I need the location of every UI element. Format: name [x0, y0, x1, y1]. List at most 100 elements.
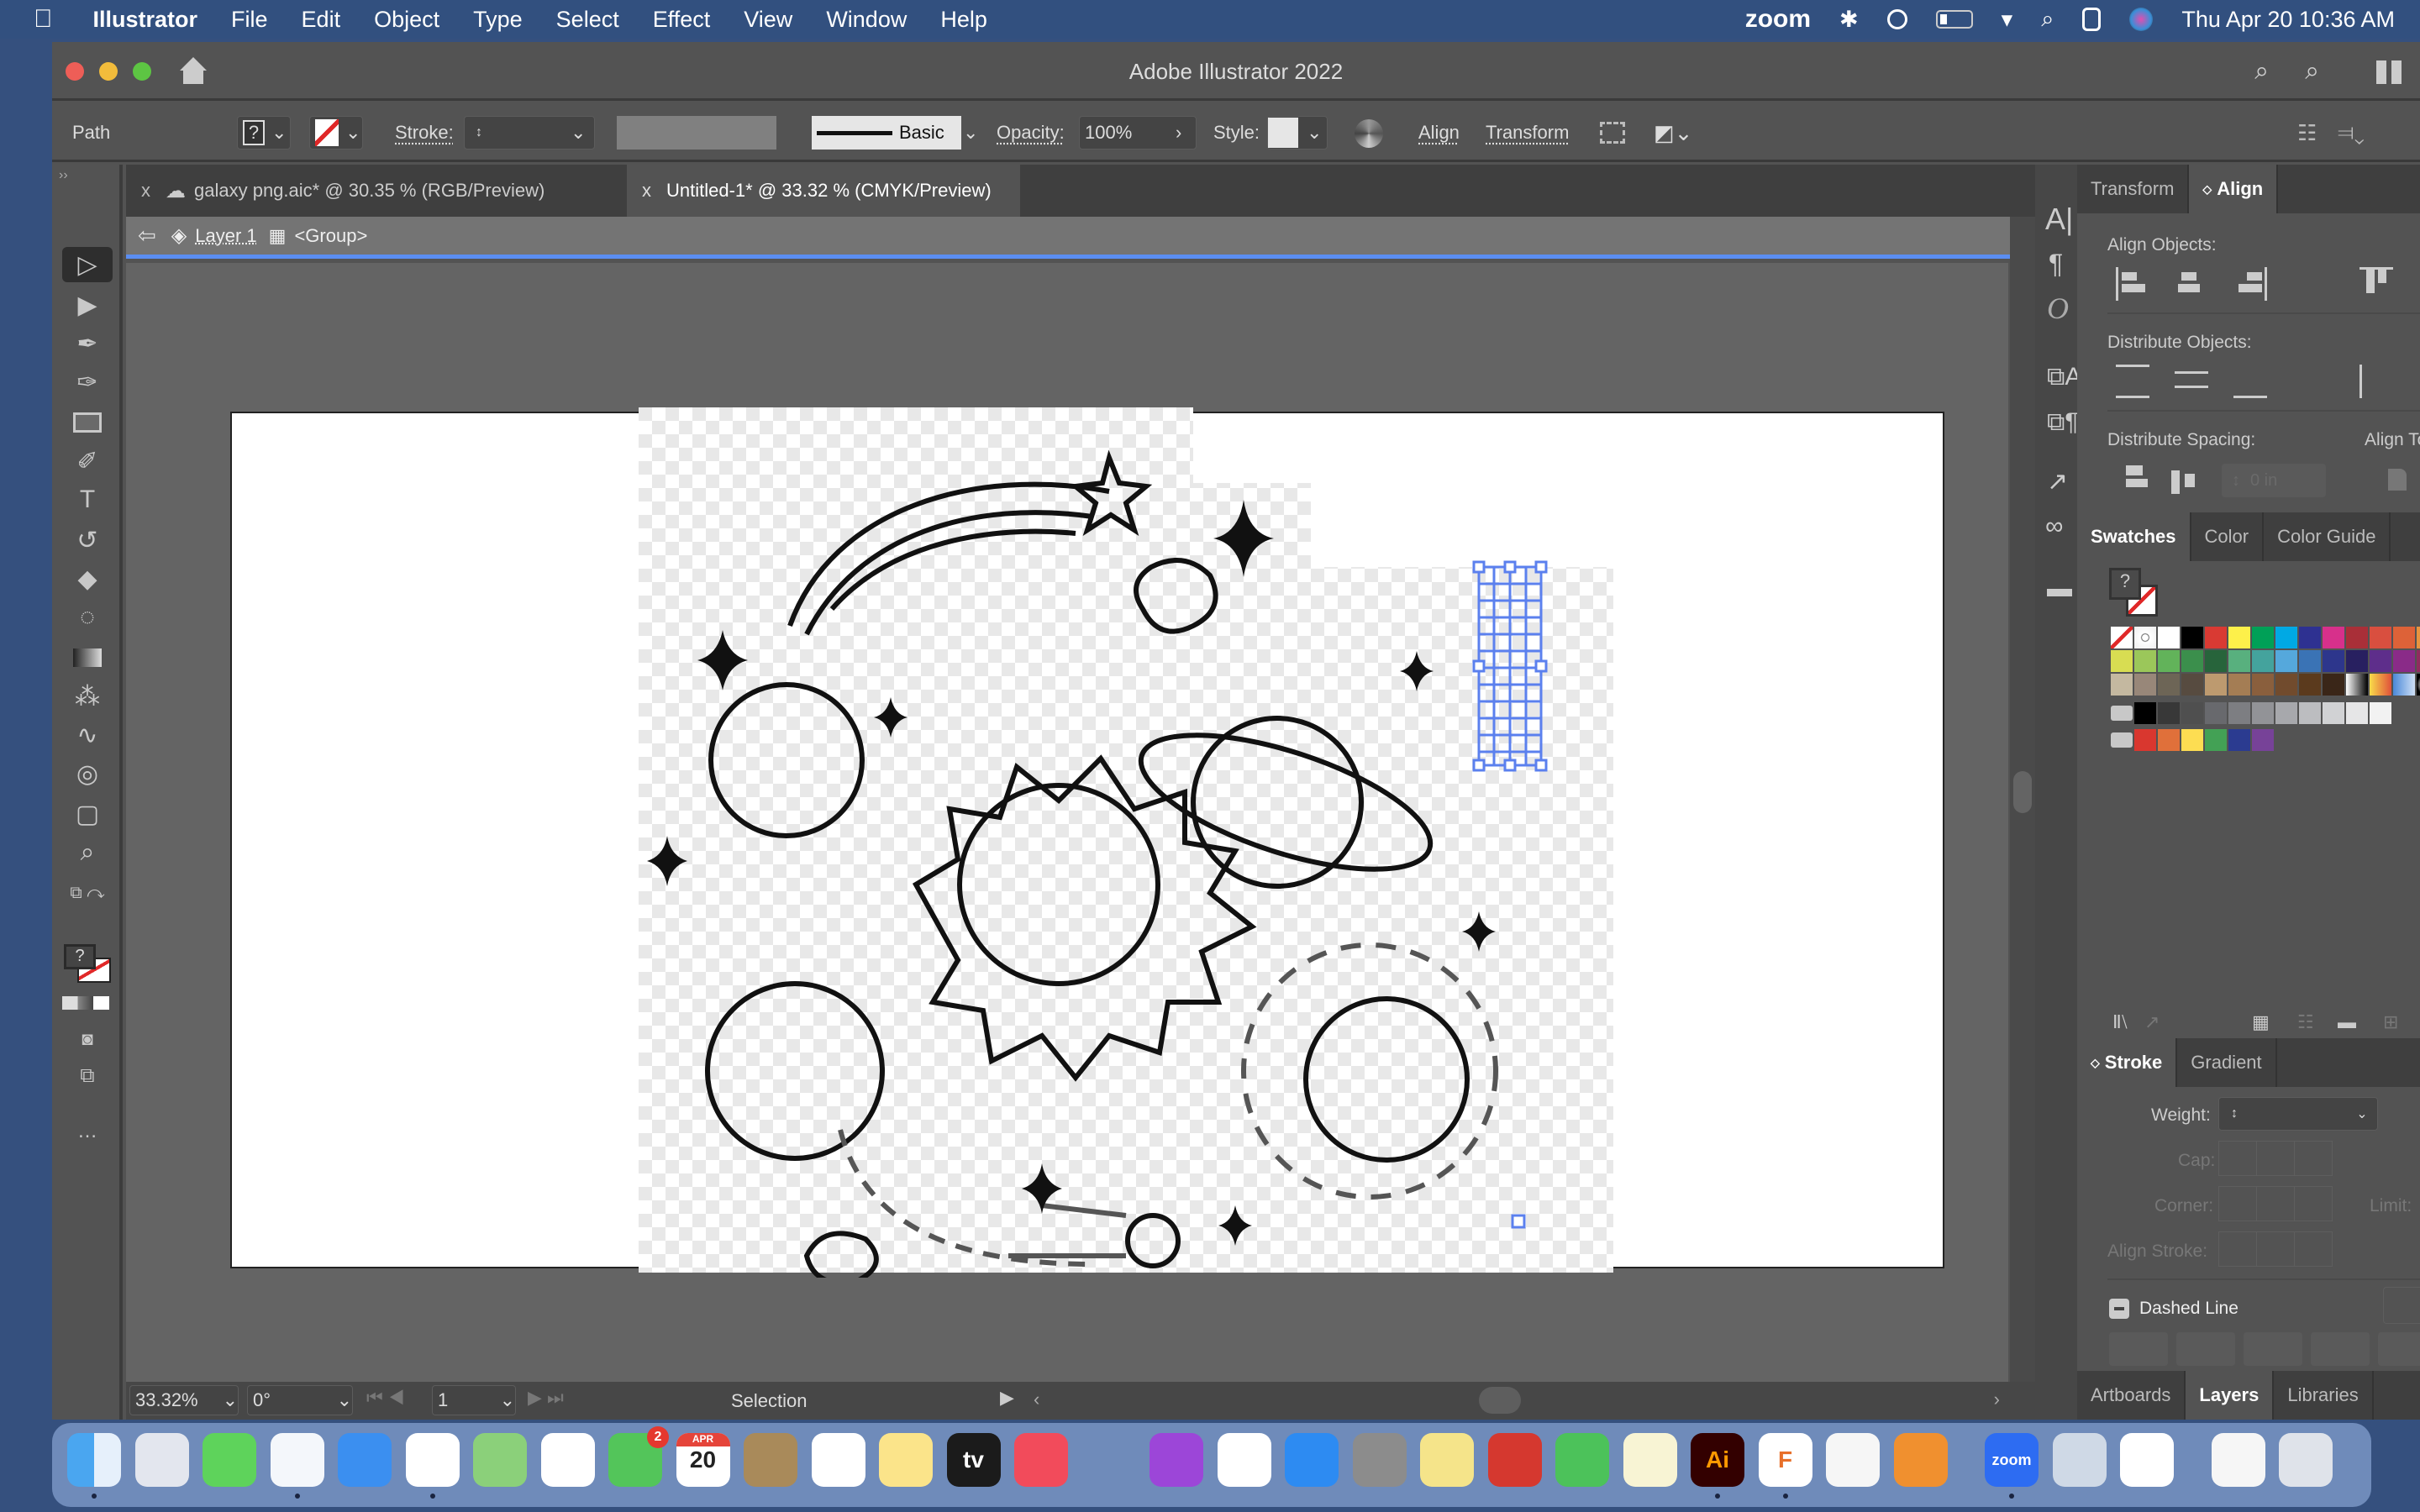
spacing-value[interactable]: 0 in: [2250, 471, 2277, 491]
siri-icon[interactable]: [2129, 8, 2154, 31]
align-stroke-center-icon[interactable]: [2219, 1232, 2257, 1266]
workspace-switcher-icon[interactable]: [2376, 60, 2402, 84]
rotation-value[interactable]: 0°: [253, 1389, 337, 1411]
color-group-folder-icon[interactable]: [2111, 732, 2133, 748]
swatch-a47d54[interactable]: [2228, 674, 2250, 696]
swatch-ffffff[interactable]: [2158, 627, 2180, 648]
place-swatches-icon[interactable]: ↗: [2144, 1011, 2160, 1033]
status-menu-arrow-icon[interactable]: ▶: [1000, 1387, 1014, 1409]
swatch-fddd52[interactable]: [2181, 729, 2203, 751]
round-join-icon[interactable]: [2257, 1187, 2295, 1221]
select-similar-icon[interactable]: ◩⌄: [1654, 116, 1692, 150]
vertical-align-top-icon[interactable]: [2360, 267, 2393, 301]
first-artboard-icon[interactable]: ⏮ ◀: [366, 1387, 405, 1409]
chevron-down-icon[interactable]: ⌄: [2347, 1105, 2377, 1122]
variable-width-profile[interactable]: [617, 116, 776, 150]
opacity-label[interactable]: Opacity:: [997, 116, 1065, 150]
zoom-tool-icon[interactable]: ⌕: [62, 835, 113, 870]
dock-music[interactable]: [1014, 1433, 1068, 1487]
next-artboard-icon[interactable]: ▶ ⏭: [528, 1387, 564, 1409]
galaxy-artwork[interactable]: [639, 407, 1613, 1278]
vertical-distribute-bottom-icon[interactable]: [2233, 365, 2267, 398]
rotate-tool-icon[interactable]: ↺: [62, 522, 113, 558]
spacing-input[interactable]: ↕ 0 in: [2222, 464, 2326, 497]
swatch-fill-indicator[interactable]: ?: [2109, 568, 2141, 600]
swatch-00a9e4[interactable]: [2275, 627, 2297, 648]
swatch-libraries-icon[interactable]: Ⅱ⧵: [2112, 1011, 2128, 1033]
align-to-artboard-icon[interactable]: [2381, 462, 2415, 496]
zoom-level-dropdown[interactable]: 33.32% ⌄: [129, 1385, 239, 1415]
isolate-group-icon[interactable]: [1600, 122, 1625, 144]
dock-mail[interactable]: [338, 1433, 392, 1487]
tab-align[interactable]: ◇ Align: [2189, 165, 2279, 213]
menu-edit[interactable]: Edit: [302, 7, 341, 33]
wifi-icon[interactable]: ▾: [2002, 7, 2013, 33]
swatch-d1d2d4[interactable]: [2323, 702, 2344, 724]
swatch-8a5f3d[interactable]: [2252, 674, 2274, 696]
user-icon[interactable]: [1886, 9, 1907, 29]
horizontal-distribute-space-icon[interactable]: [2171, 462, 2205, 496]
stroke-label[interactable]: Stroke:: [395, 116, 454, 150]
vertical-distribute-center-icon[interactable]: [2175, 365, 2208, 398]
swatch-a92f38[interactable]: [2346, 627, 2368, 648]
swatch-3b8f4c[interactable]: [2181, 650, 2203, 672]
search-icon[interactable]: ⌕: [2305, 57, 2319, 86]
dock-system-preferences[interactable]: [1352, 1433, 1407, 1487]
swatch-a7a8ac[interactable]: [2275, 702, 2297, 724]
puppet-warp-tool-icon[interactable]: ∿: [62, 717, 113, 753]
swatch-000000[interactable]: [2181, 627, 2203, 648]
opacity-value[interactable]: 100%: [1085, 122, 1176, 144]
paragraph-panel-icon[interactable]: ¶: [2049, 249, 2063, 280]
swatch-988779[interactable]: [2134, 674, 2156, 696]
search-help-icon[interactable]: ⌕: [2254, 57, 2269, 86]
swatch-44a39d[interactable]: [2252, 650, 2274, 672]
menu-object[interactable]: Object: [374, 7, 439, 33]
opentype-panel-icon[interactable]: O: [2047, 291, 2069, 326]
tab-layers[interactable]: Layers: [2186, 1371, 2275, 1420]
menu-window[interactable]: Window: [826, 7, 907, 33]
dock-textedit[interactable]: [1623, 1433, 1677, 1487]
menu-type[interactable]: Type: [473, 7, 523, 33]
swatch-929397[interactable]: [2252, 702, 2274, 724]
swatch-2b3b90[interactable]: [2228, 729, 2250, 751]
pen-tool-icon[interactable]: ✒: [62, 326, 113, 361]
more-tools-icon[interactable]: …: [62, 1114, 113, 1149]
dock-news[interactable]: [1217, 1433, 1271, 1487]
dock-stickies[interactable]: [1420, 1433, 1474, 1487]
dock-maps[interactable]: [473, 1433, 527, 1487]
swatch-43a155[interactable]: [2205, 729, 2227, 751]
back-arrow-icon[interactable]: ⇦: [138, 223, 156, 249]
rectangle-tool-icon[interactable]: [62, 405, 113, 440]
swatch-574b40[interactable]: [2181, 674, 2203, 696]
stepper-icon[interactable]: ↕: [2219, 1106, 2249, 1121]
swatch-registration[interactable]: [2134, 627, 2156, 648]
tab-untitled[interactable]: x Untitled-1* @ 33.32 % (CMYK/Preview): [627, 165, 1020, 217]
dock-podcasts[interactable]: [1150, 1433, 1203, 1487]
chevron-down-icon[interactable]: ⌄: [571, 122, 594, 144]
dock-reminders[interactable]: [811, 1433, 865, 1487]
align-stroke-outside-icon[interactable]: [2295, 1232, 2332, 1266]
dock-contacts[interactable]: [744, 1433, 797, 1487]
opacity-input[interactable]: 100% ›: [1079, 116, 1197, 150]
projecting-cap-icon[interactable]: [2295, 1142, 2332, 1175]
align-link[interactable]: Align: [1418, 116, 1460, 150]
direct-selection-tool-icon[interactable]: ▶: [62, 287, 113, 323]
new-color-group-icon[interactable]: ▬: [2338, 1011, 2356, 1033]
stepper-icon[interactable]: ↕: [2222, 471, 2250, 491]
miter-join-icon[interactable]: [2219, 1187, 2257, 1221]
brush-definition-dropdown[interactable]: Basic: [812, 116, 961, 150]
eraser-tool-icon[interactable]: ◆: [62, 561, 113, 596]
swatch-bd9a6f[interactable]: [2205, 674, 2227, 696]
swatch-2e3191[interactable]: [2299, 627, 2321, 648]
character-panel-icon[interactable]: A|: [2045, 202, 2073, 237]
control-center-icon[interactable]: [2082, 8, 2102, 31]
paintbrush-tool-icon[interactable]: ✐: [62, 444, 113, 479]
snap-to-icon[interactable]: ⫤⌄: [2338, 116, 2365, 150]
artboard-number-dropdown[interactable]: 1 ⌄: [432, 1385, 516, 1415]
gradient-tool-icon[interactable]: [62, 640, 113, 675]
dock-script-editor[interactable]: [1826, 1433, 1880, 1487]
swatch-none[interactable]: [2111, 627, 2133, 648]
battery-icon[interactable]: [1935, 10, 1973, 29]
swatch-58b07e[interactable]: [2228, 650, 2250, 672]
zoom-level[interactable]: 33.32%: [135, 1389, 223, 1411]
